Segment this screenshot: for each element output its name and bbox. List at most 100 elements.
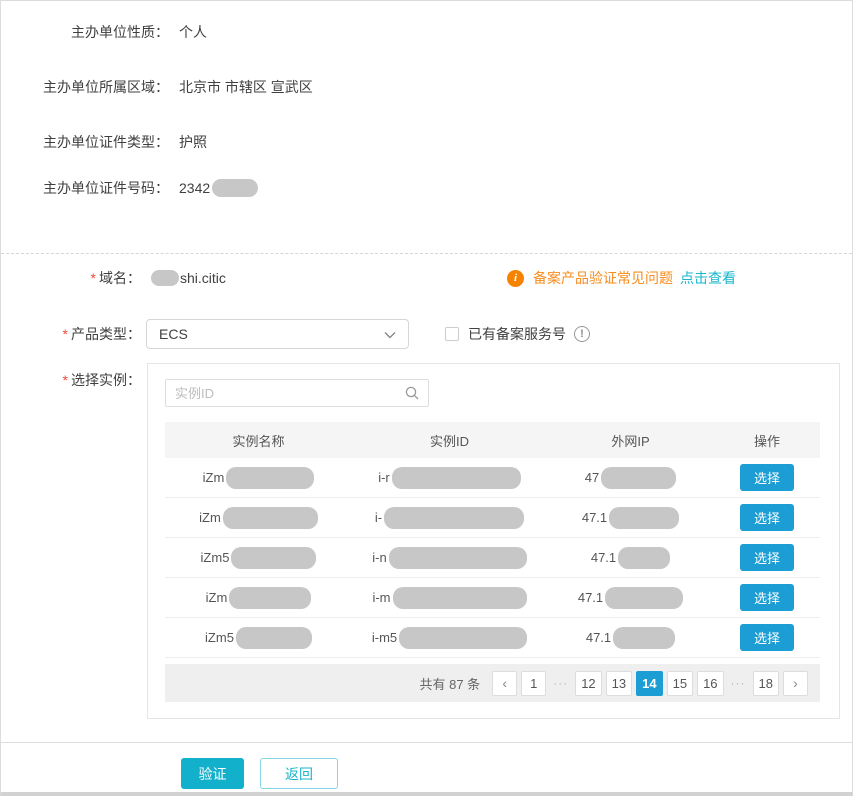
select-instance-button[interactable]: 选择 bbox=[740, 544, 794, 571]
redaction-blob bbox=[384, 507, 524, 529]
cert-number-value: 2342 bbox=[179, 180, 210, 196]
required-star: * bbox=[91, 270, 96, 286]
public-ip-cell: 47.1 bbox=[547, 507, 714, 529]
instance-search bbox=[165, 379, 429, 407]
public-ip-prefix: 47.1 bbox=[586, 630, 611, 645]
table-row: iZm i- 47.1 选择 bbox=[165, 498, 820, 538]
instance-name-cell: iZm5 bbox=[165, 627, 352, 649]
redaction-blob bbox=[601, 467, 676, 489]
public-ip-prefix: 47.1 bbox=[582, 510, 607, 525]
action-cell: 选择 bbox=[714, 624, 820, 651]
redaction-blob bbox=[236, 627, 312, 649]
public-ip-cell: 47.1 bbox=[547, 587, 714, 609]
footer-divider bbox=[1, 742, 852, 743]
header-action: 操作 bbox=[714, 431, 820, 450]
redaction-blob bbox=[231, 547, 316, 569]
instance-name-cell: iZm5 bbox=[165, 547, 352, 569]
action-cell: 选择 bbox=[714, 504, 820, 531]
info-row-cert-type: 主办单位证件类型： 护照 bbox=[1, 132, 207, 152]
required-star: * bbox=[63, 326, 68, 342]
prev-page-button[interactable]: ‹ bbox=[492, 671, 517, 696]
page-button-1[interactable]: 1 bbox=[521, 671, 546, 696]
redaction-blob bbox=[399, 627, 527, 649]
next-page-button[interactable]: › bbox=[783, 671, 808, 696]
domain-visible-text: shi.citic bbox=[180, 270, 226, 286]
instance-name-prefix: iZm bbox=[206, 590, 228, 605]
public-ip-prefix: 47.1 bbox=[578, 590, 603, 605]
select-instance-button[interactable]: 选择 bbox=[740, 624, 794, 651]
instance-id-cell: i-n bbox=[352, 547, 547, 569]
pager: ‹ 1 ··· 12 13 14 15 16 ··· 18 › bbox=[492, 671, 808, 696]
header-public-ip: 外网IP bbox=[547, 431, 714, 450]
redaction-blob bbox=[212, 179, 258, 197]
instance-name-prefix: iZm bbox=[199, 510, 221, 525]
redaction-blob bbox=[613, 627, 675, 649]
cert-number-label: 主办单位证件号码： bbox=[1, 178, 169, 198]
redaction-blob bbox=[223, 507, 318, 529]
total-count: 共有 87 条 bbox=[420, 674, 481, 693]
service-number-label: 已有备案服务号 bbox=[468, 324, 566, 344]
service-number-checkbox[interactable] bbox=[445, 327, 459, 341]
table-row: iZm5 i-m5 47.1 选择 bbox=[165, 618, 820, 658]
instance-label: *选择实例： bbox=[1, 370, 141, 390]
redaction-blob bbox=[226, 467, 314, 489]
action-cell: 选择 bbox=[714, 584, 820, 611]
redaction-blob bbox=[229, 587, 311, 609]
info-row-cert-number: 主办单位证件号码： 2342 bbox=[1, 178, 258, 198]
page-button-15[interactable]: 15 bbox=[667, 671, 693, 696]
redaction-blob bbox=[618, 547, 670, 569]
page-button-18[interactable]: 18 bbox=[753, 671, 779, 696]
service-number-group: 已有备案服务号 ! bbox=[445, 319, 590, 349]
domain-row: *域名： shi.citic bbox=[1, 268, 226, 288]
select-instance-button[interactable]: 选择 bbox=[740, 464, 794, 491]
table-row: iZm i-m 47.1 选择 bbox=[165, 578, 820, 618]
instance-name-prefix: iZm bbox=[203, 470, 225, 485]
public-ip-prefix: 47 bbox=[585, 470, 599, 485]
info-row-org-region: 主办单位所属区域： 北京市 市辖区 宣武区 bbox=[1, 77, 313, 97]
product-type-label-text: 产品类型： bbox=[71, 326, 141, 342]
redaction-blob bbox=[605, 587, 683, 609]
verify-button[interactable]: 验证 bbox=[181, 758, 244, 789]
page-button-16[interactable]: 16 bbox=[697, 671, 723, 696]
faq-notice: i 备案产品验证常见问题 点击查看 bbox=[507, 268, 736, 288]
redaction-blob bbox=[609, 507, 679, 529]
redaction-blob bbox=[389, 547, 527, 569]
ellipsis: ··· bbox=[731, 676, 746, 690]
page-button-14-active[interactable]: 14 bbox=[636, 671, 662, 696]
section-divider bbox=[1, 253, 852, 254]
instance-label-text: 选择实例： bbox=[71, 372, 141, 388]
instance-id-cell: i-m bbox=[352, 587, 547, 609]
select-instance-button[interactable]: 选择 bbox=[740, 504, 794, 531]
chevron-down-icon bbox=[384, 326, 396, 342]
exclamation-circle-icon[interactable]: ! bbox=[574, 326, 590, 342]
instance-name-cell: iZm bbox=[165, 507, 352, 529]
product-type-select[interactable]: ECS bbox=[146, 319, 409, 349]
select-instance-button[interactable]: 选择 bbox=[740, 584, 794, 611]
search-icon[interactable] bbox=[404, 385, 420, 404]
back-button[interactable]: 返回 bbox=[260, 758, 338, 789]
domain-label: *域名： bbox=[1, 268, 141, 288]
instance-id-prefix: i-m bbox=[372, 590, 390, 605]
required-star: * bbox=[63, 372, 68, 388]
product-type-selected-value: ECS bbox=[159, 326, 188, 342]
instance-name-prefix: iZm5 bbox=[201, 550, 230, 565]
redaction-blob bbox=[151, 270, 179, 286]
instance-id-cell: i- bbox=[352, 507, 547, 529]
instance-search-input[interactable] bbox=[165, 379, 429, 407]
faq-view-link[interactable]: 点击查看 bbox=[680, 268, 736, 288]
info-icon: i bbox=[507, 270, 524, 287]
org-region-value: 北京市 市辖区 宣武区 bbox=[179, 77, 313, 97]
public-ip-prefix: 47.1 bbox=[591, 550, 616, 565]
public-ip-cell: 47.1 bbox=[547, 547, 714, 569]
instance-id-cell: i-m5 bbox=[352, 627, 547, 649]
org-nature-value: 个人 bbox=[179, 22, 207, 42]
instance-name-cell: iZm bbox=[165, 467, 352, 489]
page-button-12[interactable]: 12 bbox=[575, 671, 601, 696]
instance-label-row: *选择实例： bbox=[1, 370, 141, 390]
faq-notice-text: 备案产品验证常见问题 bbox=[533, 268, 673, 288]
instance-name-cell: iZm bbox=[165, 587, 352, 609]
action-cell: 选择 bbox=[714, 544, 820, 571]
header-instance-id: 实例ID bbox=[352, 431, 547, 450]
page-button-13[interactable]: 13 bbox=[606, 671, 632, 696]
instance-id-prefix: i-m5 bbox=[372, 630, 397, 645]
